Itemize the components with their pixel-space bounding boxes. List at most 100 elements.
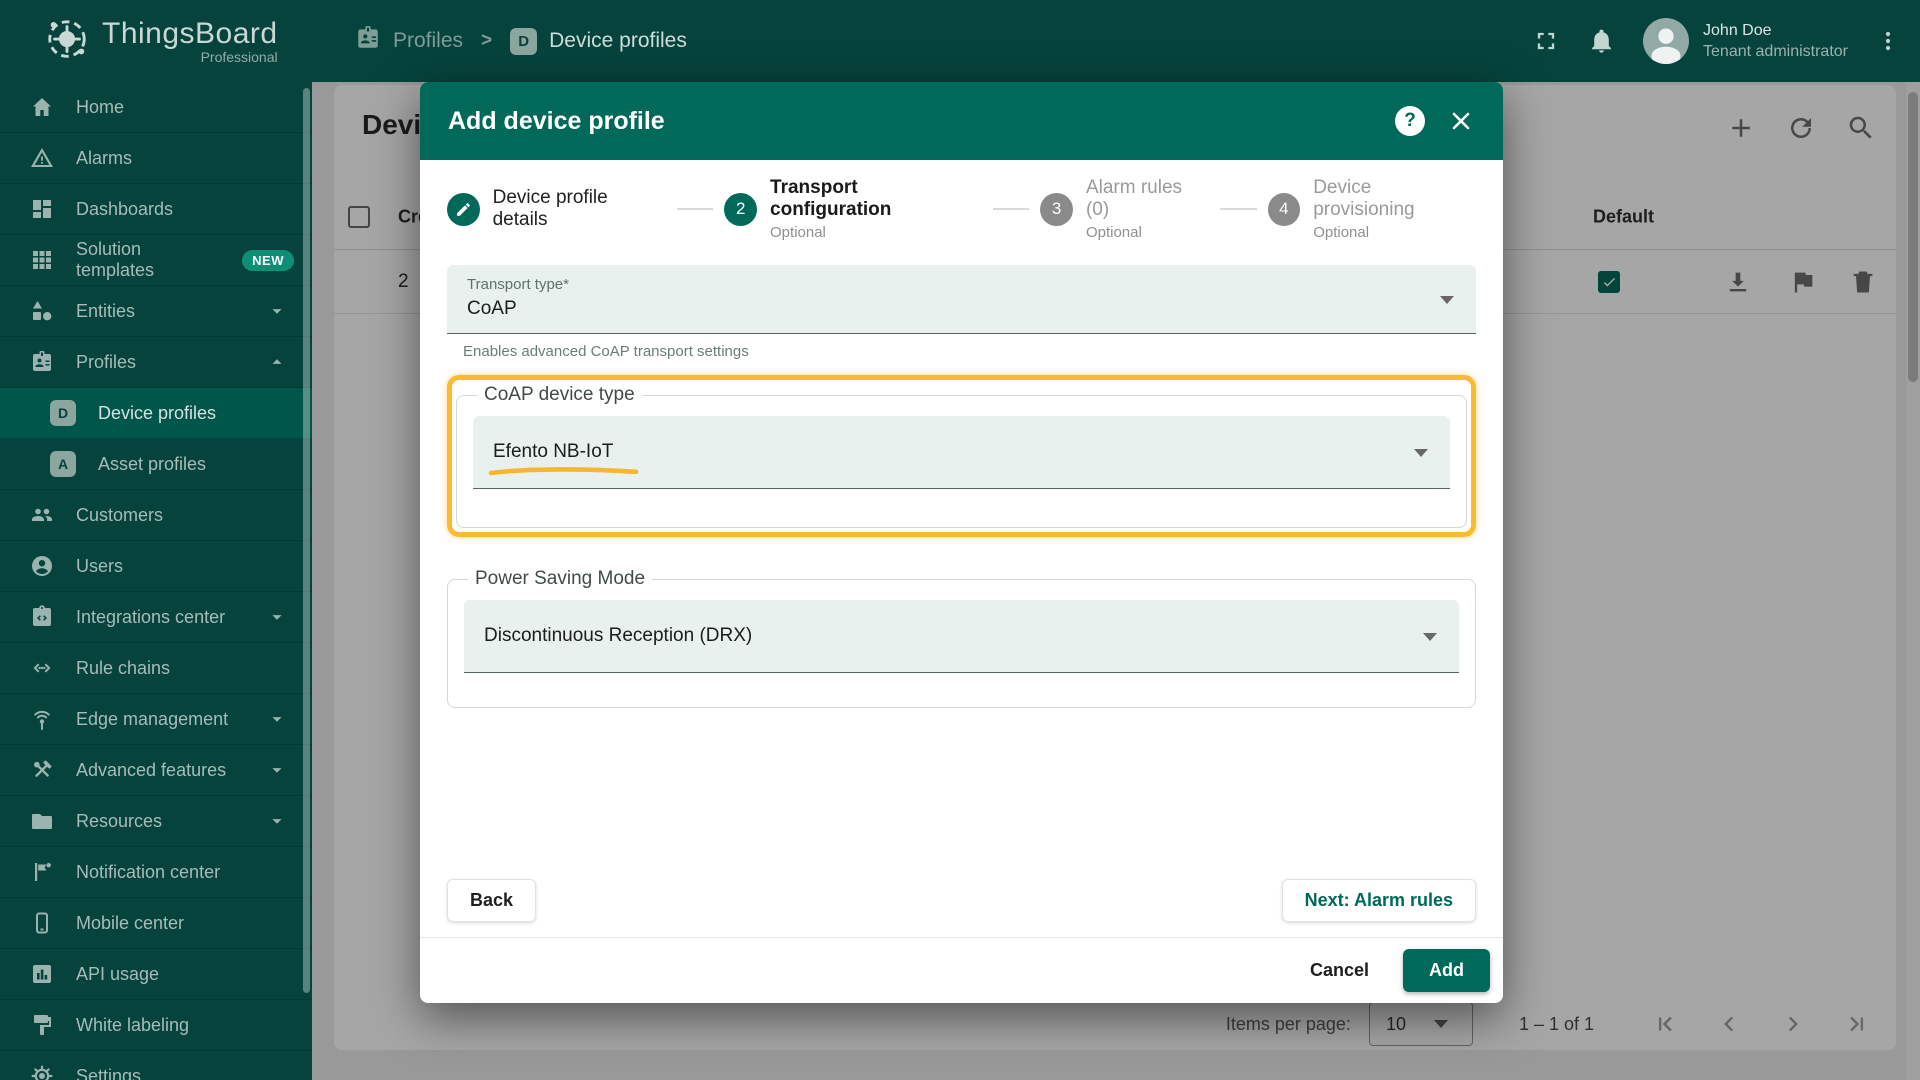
user-menu[interactable]: John Doe Tenant administrator — [1643, 18, 1848, 64]
transport-type-value: CoAP — [467, 298, 1456, 320]
cancel-button[interactable]: Cancel — [1310, 960, 1369, 981]
sidebar-item-rule-chains[interactable]: Rule chains — [0, 643, 312, 694]
sidebar-item-dashboards[interactable]: Dashboards — [0, 184, 312, 235]
power-saving-mode-legend: Power Saving Mode — [468, 568, 652, 590]
breadcrumb-label: Device profiles — [549, 29, 687, 53]
chevron-down-icon — [266, 810, 288, 832]
apps-grid-icon — [30, 248, 54, 272]
tools-icon — [30, 758, 54, 782]
device-profile-icon: D — [50, 400, 76, 426]
dashboards-icon — [30, 197, 54, 221]
sidebar: Home Alarms Dashboards Solution template… — [0, 82, 312, 1080]
sidebar-item-profiles[interactable]: Profiles — [0, 337, 312, 388]
gear-icon — [30, 1064, 54, 1080]
new-badge: NEW — [242, 250, 294, 271]
sidebar-item-mobile-center[interactable]: Mobile center — [0, 898, 312, 949]
step-navigation: Back Next: Alarm rules — [447, 879, 1476, 922]
rule-chains-icon — [30, 656, 54, 680]
user-role: Tenant administrator — [1703, 43, 1848, 61]
step-number: 2 — [724, 193, 757, 226]
step-connector — [677, 208, 714, 210]
sidebar-item-white-labeling[interactable]: White labeling — [0, 1000, 312, 1051]
next-alarm-rules-button[interactable]: Next: Alarm rules — [1282, 879, 1476, 922]
breadcrumb-profiles[interactable]: Profiles — [355, 25, 463, 57]
sidebar-item-alarms[interactable]: Alarms — [0, 133, 312, 184]
brand-subtitle: Professional — [102, 50, 278, 65]
sidebar-item-device-profiles[interactable]: D Device profiles — [0, 388, 312, 439]
brand[interactable]: ThingsBoard Professional — [44, 0, 278, 82]
back-button[interactable]: Back — [447, 879, 536, 922]
sidebar-item-api-usage[interactable]: API usage — [0, 949, 312, 1000]
step-number: 3 — [1040, 193, 1073, 226]
step-transport-configuration[interactable]: 2 Transport configurationOptional — [724, 177, 981, 241]
step-connector — [993, 208, 1030, 210]
highlight-underline — [488, 466, 640, 476]
avatar — [1643, 18, 1689, 64]
sidebar-scrollbar[interactable] — [303, 88, 310, 993]
step-connector — [1220, 208, 1257, 210]
badge-icon — [355, 25, 381, 57]
brand-name: ThingsBoard — [102, 18, 278, 50]
dialog-footer: Cancel Add — [420, 937, 1503, 1003]
coap-device-type-legend: CoAP device type — [477, 384, 642, 406]
breadcrumb: Profiles > D Device profiles — [355, 0, 687, 82]
coap-device-type-select[interactable]: Efento NB-IoT — [473, 416, 1450, 489]
sidebar-item-integrations-center[interactable]: Integrations center — [0, 592, 312, 643]
account-circle-icon — [30, 554, 54, 578]
breadcrumb-separator: > — [481, 30, 492, 52]
dialog-body: Device profile details 2 Transport confi… — [420, 160, 1503, 937]
step-number: 4 — [1268, 193, 1301, 226]
user-name: John Doe — [1703, 22, 1848, 40]
close-icon[interactable] — [1447, 107, 1475, 135]
sidebar-item-resources[interactable]: Resources — [0, 796, 312, 847]
add-device-profile-dialog: Add device profile ? Device profile deta… — [420, 82, 1503, 1003]
step-device-provisioning[interactable]: 4 Device provisioningOptional — [1268, 177, 1476, 241]
home-icon — [30, 95, 54, 119]
device-profile-icon: D — [510, 28, 537, 55]
sidebar-item-entities[interactable]: Entities — [0, 286, 312, 337]
badge-icon — [30, 350, 54, 374]
fullscreen-icon[interactable] — [1532, 27, 1560, 55]
add-button[interactable]: Add — [1403, 949, 1490, 992]
top-header: ThingsBoard Professional Profiles > D De… — [0, 0, 1920, 82]
folder-icon — [30, 809, 54, 833]
notifications-bell-icon[interactable] — [1588, 28, 1615, 55]
asset-profile-icon: A — [50, 451, 76, 477]
app-root: ThingsBoard Professional Profiles > D De… — [0, 0, 1920, 1080]
chevron-down-icon — [266, 606, 288, 628]
smartphone-icon — [30, 911, 54, 935]
sidebar-item-customers[interactable]: Customers — [0, 490, 312, 541]
sidebar-item-edge-management[interactable]: Edge management — [0, 694, 312, 745]
dialog-header: Add device profile ? — [420, 82, 1503, 160]
breadcrumb-label: Profiles — [393, 29, 463, 53]
sidebar-item-asset-profiles[interactable]: A Asset profiles — [0, 439, 312, 490]
sidebar-item-users[interactable]: Users — [0, 541, 312, 592]
chevron-down-icon — [1440, 296, 1454, 304]
sidebar-item-settings[interactable]: Settings — [0, 1051, 312, 1080]
breadcrumb-device-profiles[interactable]: D Device profiles — [510, 28, 687, 55]
transport-type-label: Transport type* — [467, 276, 1456, 293]
transport-type-select[interactable]: Transport type* CoAP — [447, 265, 1476, 334]
power-saving-mode-value: Discontinuous Reception (DRX) — [484, 625, 752, 647]
coap-device-type-highlight: CoAP device type Efento NB-IoT — [447, 375, 1476, 537]
power-saving-mode-fieldset: Power Saving Mode Discontinuous Receptio… — [447, 568, 1476, 708]
edit-pencil-icon — [447, 193, 480, 226]
people-icon — [30, 503, 54, 527]
antenna-icon — [30, 707, 54, 731]
thingsboard-logo-icon — [44, 16, 90, 67]
coap-device-type-fieldset: CoAP device type Efento NB-IoT — [456, 384, 1467, 528]
sidebar-item-notification-center[interactable]: Notification center — [0, 847, 312, 898]
sidebar-item-solution-templates[interactable]: Solution templates NEW — [0, 235, 312, 286]
coap-device-type-value: Efento NB-IoT — [493, 441, 613, 463]
help-icon[interactable]: ? — [1395, 106, 1425, 136]
step-alarm-rules[interactable]: 3 Alarm rules (0)Optional — [1040, 177, 1209, 241]
sidebar-item-advanced-features[interactable]: Advanced features — [0, 745, 312, 796]
chevron-up-icon — [266, 351, 288, 373]
step-device-profile-details[interactable]: Device profile details — [447, 187, 666, 231]
sidebar-item-home[interactable]: Home — [0, 82, 312, 133]
chevron-down-icon — [1423, 633, 1437, 641]
kebab-menu-icon[interactable] — [1876, 29, 1900, 53]
power-saving-mode-select[interactable]: Discontinuous Reception (DRX) — [464, 600, 1459, 673]
chevron-down-icon — [1414, 449, 1428, 457]
transport-type-hint: Enables advanced CoAP transport settings — [463, 343, 1476, 360]
